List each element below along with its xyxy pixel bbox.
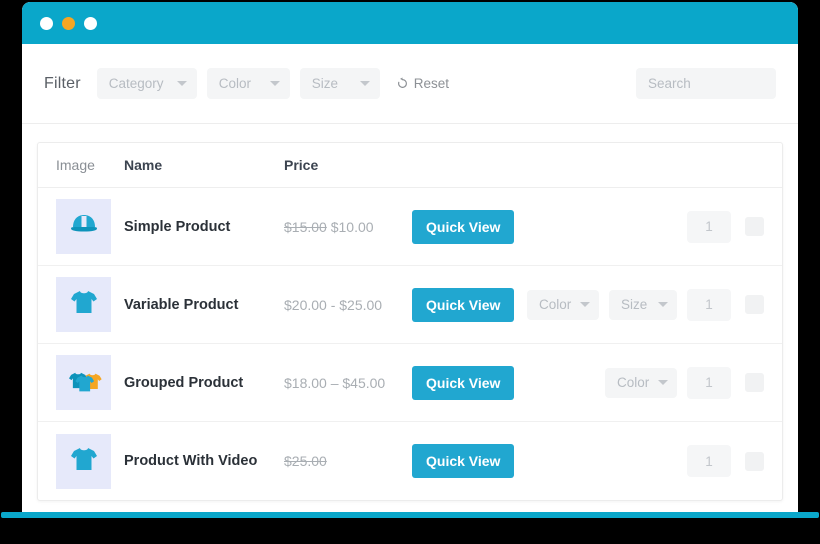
reset-filter-button[interactable]: Reset bbox=[396, 76, 449, 91]
chevron-down-icon bbox=[360, 81, 370, 86]
tshirt-icon bbox=[68, 286, 100, 323]
product-thumbnail[interactable] bbox=[56, 199, 111, 254]
product-action-cell: Quick View bbox=[412, 288, 522, 322]
product-action-cell: Quick View bbox=[412, 366, 522, 400]
product-image-cell bbox=[56, 277, 124, 332]
product-price-current: $10.00 bbox=[331, 219, 374, 235]
product-thumbnail[interactable] bbox=[56, 277, 111, 332]
close-dot-icon[interactable] bbox=[40, 17, 53, 30]
variation-color-select[interactable]: Color bbox=[605, 368, 677, 398]
quick-view-button[interactable]: Quick View bbox=[412, 444, 514, 478]
quick-view-button[interactable]: Quick View bbox=[412, 210, 514, 244]
product-variation-cell bbox=[522, 445, 764, 477]
minimize-dot-icon[interactable] bbox=[62, 17, 75, 30]
row-checkbox[interactable] bbox=[745, 295, 764, 314]
variation-color-label: Color bbox=[617, 375, 649, 390]
product-variation-cell bbox=[522, 211, 764, 243]
product-thumbnail[interactable] bbox=[56, 355, 111, 410]
product-variation-cell: Color Size bbox=[522, 289, 764, 321]
quantity-input[interactable] bbox=[687, 367, 731, 399]
chevron-down-icon bbox=[580, 302, 590, 307]
product-image-cell bbox=[56, 355, 124, 410]
product-image-cell bbox=[56, 199, 124, 254]
product-price: $18.00 – $45.00 bbox=[284, 375, 412, 391]
quick-view-button[interactable]: Quick View bbox=[412, 366, 514, 400]
color-filter-label: Color bbox=[219, 76, 251, 91]
tshirt-group-icon bbox=[66, 364, 102, 401]
product-thumbnail[interactable] bbox=[56, 434, 111, 489]
product-action-cell: Quick View bbox=[412, 210, 522, 244]
chevron-down-icon bbox=[177, 81, 187, 86]
product-price: $20.00 - $25.00 bbox=[284, 297, 412, 313]
category-filter-select[interactable]: Category bbox=[97, 68, 197, 99]
product-variation-cell: Color bbox=[522, 367, 764, 399]
table-header-row: Image Name Price bbox=[38, 143, 782, 188]
column-header-image: Image bbox=[56, 157, 124, 173]
product-price: $25.00 bbox=[284, 453, 412, 469]
column-header-price: Price bbox=[284, 157, 764, 173]
product-name: Product With Video bbox=[124, 453, 284, 469]
product-table: Image Name Price bbox=[37, 142, 783, 501]
color-filter-select[interactable]: Color bbox=[207, 68, 290, 99]
page-body: Filter Category Color Size bbox=[22, 44, 798, 512]
row-checkbox[interactable] bbox=[745, 217, 764, 236]
quantity-input[interactable] bbox=[687, 289, 731, 321]
filter-label: Filter bbox=[44, 75, 81, 93]
product-price: $15.00 $10.00 bbox=[284, 219, 412, 235]
table-row: Simple Product $15.00 $10.00 Quick View bbox=[38, 188, 782, 266]
product-price-current: $20.00 - $25.00 bbox=[284, 297, 382, 313]
product-name: Simple Product bbox=[124, 219, 284, 235]
product-price-old: $25.00 bbox=[284, 453, 327, 469]
reset-filter-label: Reset bbox=[414, 76, 449, 91]
table-row: Variable Product $20.00 - $25.00 Quick V… bbox=[38, 266, 782, 344]
product-name: Variable Product bbox=[124, 297, 284, 313]
row-checkbox[interactable] bbox=[745, 452, 764, 471]
window-bottom-accent-bar bbox=[1, 512, 819, 518]
reset-arrow-icon bbox=[396, 77, 409, 90]
filter-bar: Filter Category Color Size bbox=[22, 44, 798, 124]
product-price-old: $15.00 bbox=[284, 219, 327, 235]
variation-size-select[interactable]: Size bbox=[609, 290, 677, 320]
maximize-dot-icon[interactable] bbox=[84, 17, 97, 30]
window-title-bar bbox=[22, 2, 798, 44]
quick-view-button[interactable]: Quick View bbox=[412, 288, 514, 322]
row-checkbox[interactable] bbox=[745, 373, 764, 392]
quantity-input[interactable] bbox=[687, 445, 731, 477]
column-header-name: Name bbox=[124, 157, 284, 173]
search-input[interactable] bbox=[636, 68, 776, 99]
product-name: Grouped Product bbox=[124, 375, 284, 391]
quantity-input[interactable] bbox=[687, 211, 731, 243]
chevron-down-icon bbox=[658, 302, 668, 307]
chevron-down-icon bbox=[270, 81, 280, 86]
product-price-current: $18.00 – $45.00 bbox=[284, 375, 385, 391]
product-action-cell: Quick View bbox=[412, 444, 522, 478]
category-filter-label: Category bbox=[109, 76, 164, 91]
chevron-down-icon bbox=[658, 380, 668, 385]
table-row: Grouped Product $18.00 – $45.00 Quick Vi… bbox=[38, 344, 782, 422]
variation-color-label: Color bbox=[539, 297, 571, 312]
cap-icon bbox=[68, 208, 100, 245]
size-filter-label: Size bbox=[312, 76, 338, 91]
size-filter-select[interactable]: Size bbox=[300, 68, 380, 99]
variation-size-label: Size bbox=[621, 297, 647, 312]
table-row: Product With Video $25.00 Quick View bbox=[38, 422, 782, 500]
tshirt-icon bbox=[68, 443, 100, 480]
product-image-cell bbox=[56, 434, 124, 489]
variation-color-select[interactable]: Color bbox=[527, 290, 599, 320]
browser-window: Filter Category Color Size bbox=[22, 2, 798, 512]
